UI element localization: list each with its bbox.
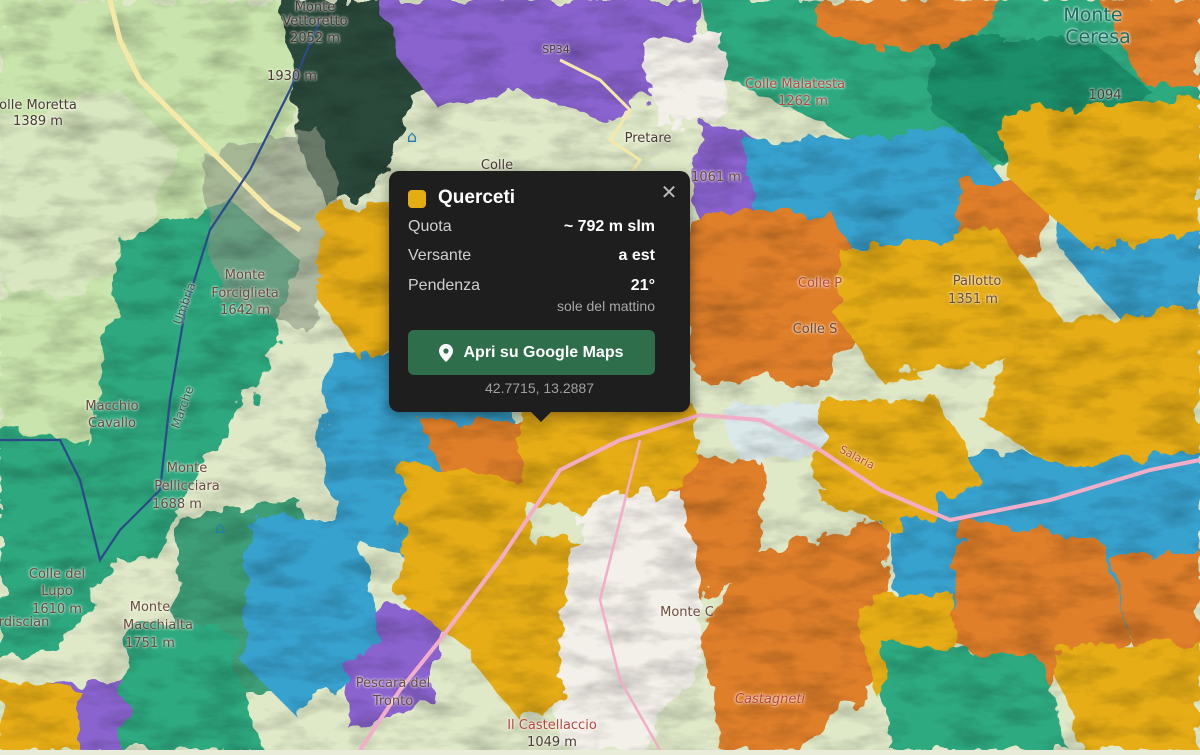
hut-icon[interactable]: ⌂ [403,128,421,146]
map-label: Monte [166,461,208,476]
map-label: 1642 m [220,303,270,318]
map-label: Forciglieta [211,286,279,301]
info-row-versante: Versante a est [408,247,655,269]
map-label: 2052 m [290,31,340,46]
map-label: olle Moretta [0,98,77,113]
map-label: Ceresa [1065,26,1131,48]
map-label: Macchio [85,399,139,414]
close-icon[interactable]: ✕ [660,182,678,202]
area-info-popup: Querceti ✕ Quota ~ 792 m slm Versante a … [389,171,690,422]
info-value: ~ 792 m slm [563,218,655,235]
info-value: a est [618,247,655,264]
info-label: Pendenza [408,277,481,294]
map-label: rdiscian [0,615,50,630]
info-label: Quota [408,218,452,235]
map-label: Monte [1063,4,1123,26]
map-label: Cavallo [88,416,136,431]
map-label: Monte [294,0,336,15]
map-label: Colle S [792,322,838,337]
map-label: Monte [129,600,171,615]
popup-title: Querceti [438,187,516,208]
map-label: Pescara del [355,676,431,691]
map-label: Monte C [660,605,714,620]
map-label: 1351 m [948,292,998,307]
map-label: 1389 m [13,114,63,129]
map-label: Vettoretto [282,14,348,29]
map-label: Colle P [797,276,843,291]
map-label: 1930 m [267,69,317,84]
map-label: Colle Malatesta [744,77,846,92]
open-google-maps-button[interactable]: Apri su Google Maps [408,330,655,375]
map-pin-icon [439,343,454,362]
map-label: Il Castellaccio [507,718,597,733]
map-label: Castagneti [734,692,806,707]
map-label: Macchialta [123,618,193,633]
coordinates-readout: 42.7715, 13.2887 [485,380,594,396]
hut-icon[interactable]: ⌂ [211,519,229,537]
map-label: Pellicciara [154,479,220,494]
map-label: SP34 [542,43,570,56]
info-row-pendenza: Pendenza 21° [408,277,655,299]
sun-exposure-note: sole del mattino [556,298,655,314]
map-label: 1049 m [527,735,577,750]
map-label: 1262 m [778,94,828,109]
map-label: 1061 m [691,170,741,185]
map-label: 1751 m [125,636,175,651]
info-row-quota: Quota ~ 792 m slm [408,218,655,240]
button-label: Apri su Google Maps [463,343,624,361]
map-label: Monte [224,268,266,283]
map-label: Pretare [624,131,672,146]
info-value: 21° [630,277,655,294]
info-label: Versante [408,247,472,264]
map-label: Lupo [41,584,73,599]
map-label: 1094 [1088,88,1122,103]
category-swatch [408,190,426,208]
map-label: Pallotto [952,274,1002,289]
map-label: Colle del [28,567,86,582]
map-label: Tronto [372,694,414,709]
map-label: 1688 m [152,497,202,512]
